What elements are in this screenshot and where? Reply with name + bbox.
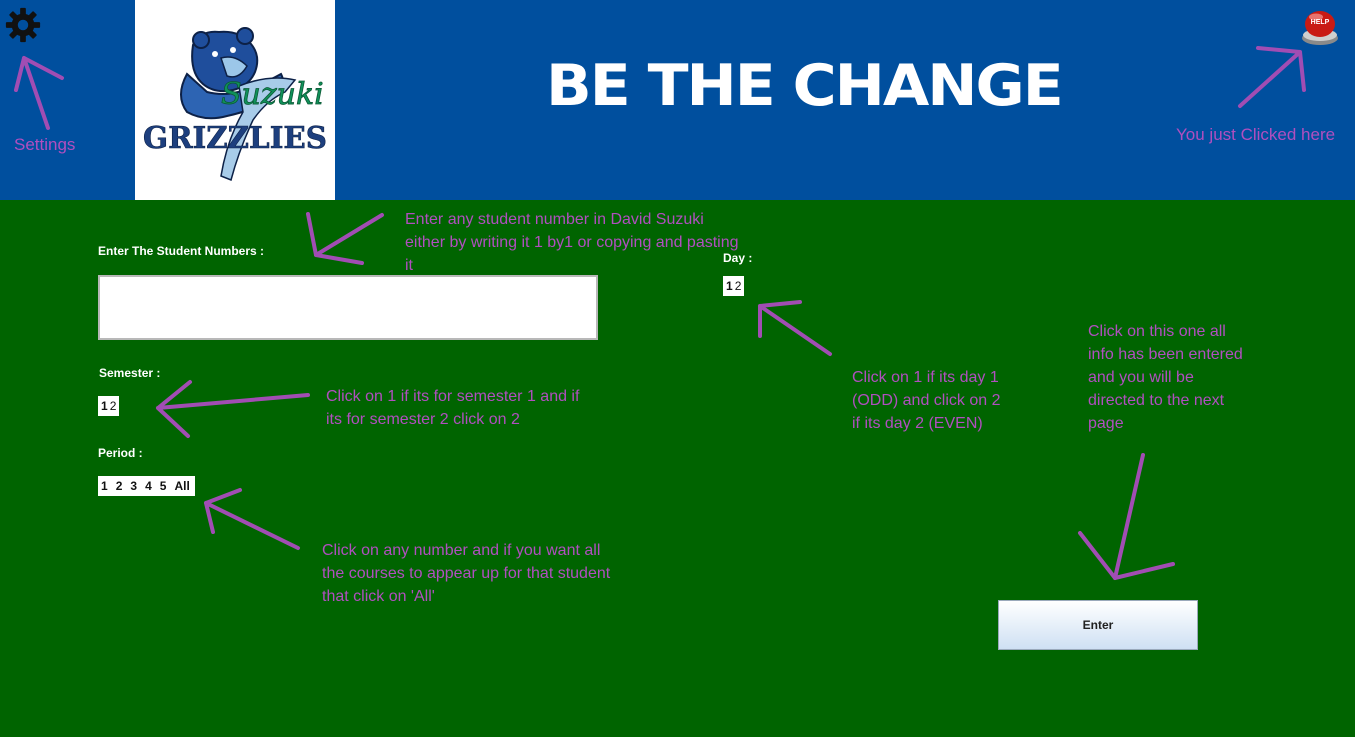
semester-selector: 1 2 (98, 396, 120, 416)
slogan-title: BE THE CHANGE (546, 52, 1064, 120)
day-selector: 1 2 (723, 276, 745, 296)
note-period: Click on any number and if you want all … (322, 542, 611, 605)
settings-label: Settings (14, 135, 76, 154)
period-selector: 1 2 3 4 5 All (98, 476, 195, 496)
note-semester: Click on 1 if its for semester 1 and if … (326, 388, 580, 428)
period-label: Period : (98, 446, 143, 460)
semester-option-1[interactable]: 1 (100, 396, 109, 416)
note-enter: Click on this one all info has been ente… (1088, 323, 1243, 432)
period-option-all[interactable]: All (170, 476, 193, 496)
student-number-label: Enter The Student Numbers : (98, 244, 265, 258)
period-option-3[interactable]: 3 (126, 476, 141, 496)
grizzly-logo: Suzuki GRIZZLIES (143, 27, 327, 182)
logo-name: GRIZZLIES (143, 121, 327, 156)
semester-label: Semester : (99, 366, 161, 380)
note-day: Click on 1 if its day 1 (ODD) and click … (852, 369, 1001, 432)
period-option-4[interactable]: 4 (141, 476, 156, 496)
day-option-2[interactable]: 2 (734, 276, 743, 296)
gear-icon[interactable] (4, 6, 42, 44)
day-option-1[interactable]: 1 (725, 276, 734, 296)
enter-button[interactable]: Enter (998, 600, 1198, 650)
period-option-2[interactable]: 2 (112, 476, 127, 496)
school-logo: Suzuki GRIZZLIES (135, 0, 335, 200)
help-note: You just Clicked here (1176, 125, 1336, 144)
semester-option-2[interactable]: 2 (109, 396, 118, 416)
logo-script: Suzuki (221, 77, 324, 112)
period-option-5[interactable]: 5 (156, 476, 171, 496)
period-option-1[interactable]: 1 (99, 476, 112, 496)
note-student-number: Enter any student number in David Suzuki… (405, 211, 739, 274)
help-icon-text: HELP (1311, 19, 1330, 26)
help-button-icon[interactable]: HELP (1298, 4, 1342, 48)
student-number-input[interactable] (98, 275, 598, 340)
